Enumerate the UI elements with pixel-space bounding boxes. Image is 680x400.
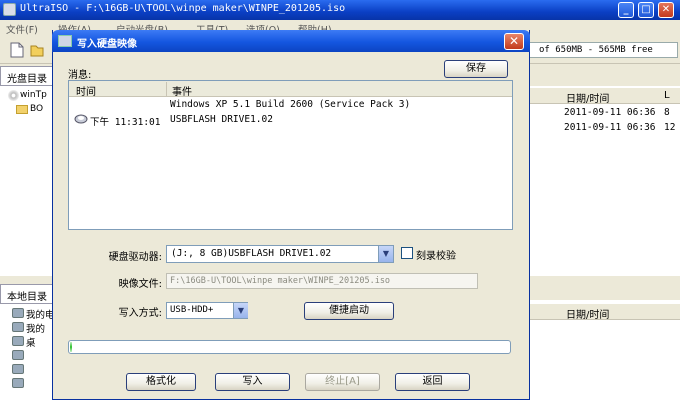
log-time: 下午 11:31:01 <box>90 117 161 128</box>
chevron-down-icon[interactable]: ▼ <box>233 303 248 318</box>
write-mode-value: USB-HDD+ <box>170 305 214 315</box>
write-button[interactable]: 写入 <box>215 373 290 391</box>
tree-item-my-docs[interactable]: 我的 <box>26 321 45 335</box>
tree-item-my-computer[interactable]: 我的电 <box>26 307 55 321</box>
folder-icon <box>16 105 28 114</box>
column-date[interactable]: 日期/时间 <box>566 90 609 105</box>
tree-item-boot[interactable]: BO <box>30 104 43 114</box>
write-mode-label: 写入方式: <box>118 308 162 319</box>
disc-directory-header: 光盘目录 <box>0 66 60 86</box>
drive-icon <box>12 378 24 388</box>
message-log-header <box>69 81 512 97</box>
column-event[interactable]: 事件 <box>172 83 192 98</box>
back-button[interactable]: 返回 <box>395 373 470 391</box>
file-date: 2011-09-11 06:36 <box>564 107 656 118</box>
image-file-field: F:\16GB-U\TOOL\winpe maker\WINPE_201205.… <box>166 273 478 289</box>
local-directory-header: 本地目录 <box>0 284 60 304</box>
verify-label: 刻录校验 <box>416 251 456 262</box>
column-date[interactable]: 日期/时间 <box>566 306 609 321</box>
file-l: 8 <box>664 107 670 118</box>
file-date: 2011-09-11 06:36 <box>564 122 656 133</box>
column-divider[interactable] <box>166 82 167 96</box>
cd-icon <box>8 90 19 101</box>
app-close-button[interactable]: ✕ <box>658 2 674 18</box>
drive-select[interactable]: (J:, 8 GB)USBFLASH DRIVE1.02 <box>166 245 394 263</box>
drive-icon <box>12 364 24 374</box>
tree-item-desktop[interactable]: 桌 <box>26 335 36 349</box>
dialog-close-button[interactable]: ✕ <box>504 33 524 50</box>
computer-icon <box>12 308 24 318</box>
log-event: USBFLASH DRIVE1.02 <box>170 114 273 125</box>
chevron-down-icon[interactable]: ▼ <box>378 246 393 262</box>
image-file-label: 映像文件: <box>118 279 162 290</box>
disc-tree <box>0 86 60 276</box>
progress-fill <box>70 342 72 352</box>
maximize-button[interactable]: □ <box>638 2 654 18</box>
log-event: Windows XP 5.1 Build 2600 (Service Pack … <box>170 99 411 110</box>
document-icon <box>12 322 24 332</box>
menu-file[interactable]: 文件(F) <box>6 22 38 36</box>
open-folder-icon[interactable] <box>30 42 44 58</box>
column-time[interactable]: 时间 <box>76 83 96 98</box>
save-button[interactable]: 保存 <box>444 60 508 78</box>
drive-label: 硬盘驱动器: <box>108 252 162 263</box>
disk-icon <box>58 35 72 47</box>
dialog-title: 写入硬盘映像 <box>77 39 137 50</box>
message-label: 消息: <box>68 70 92 81</box>
abort-button[interactable]: 终止[A] <box>305 373 380 391</box>
file-l: 12 <box>664 122 676 133</box>
app-title: UltraISO - F:\16GB-U\TOOL\winpe maker\WI… <box>20 3 346 14</box>
drive-icon <box>12 350 24 360</box>
column-l[interactable]: L <box>664 90 670 101</box>
usb-drive-icon <box>74 114 88 124</box>
quick-boot-button[interactable]: 便捷启动 <box>304 302 394 320</box>
new-file-icon[interactable] <box>10 42 24 58</box>
verify-checkbox[interactable] <box>401 247 413 259</box>
app-icon <box>3 3 16 16</box>
capacity-meter: of 650MB - 565MB free <box>528 42 678 58</box>
desktop-icon <box>12 336 24 346</box>
format-button[interactable]: 格式化 <box>126 373 196 391</box>
progress-bar <box>68 340 511 354</box>
tree-item-root[interactable]: winTp <box>20 90 47 100</box>
drive-select-value: (J:, 8 GB)USBFLASH DRIVE1.02 <box>171 248 332 259</box>
minimize-button[interactable]: _ <box>618 2 634 18</box>
